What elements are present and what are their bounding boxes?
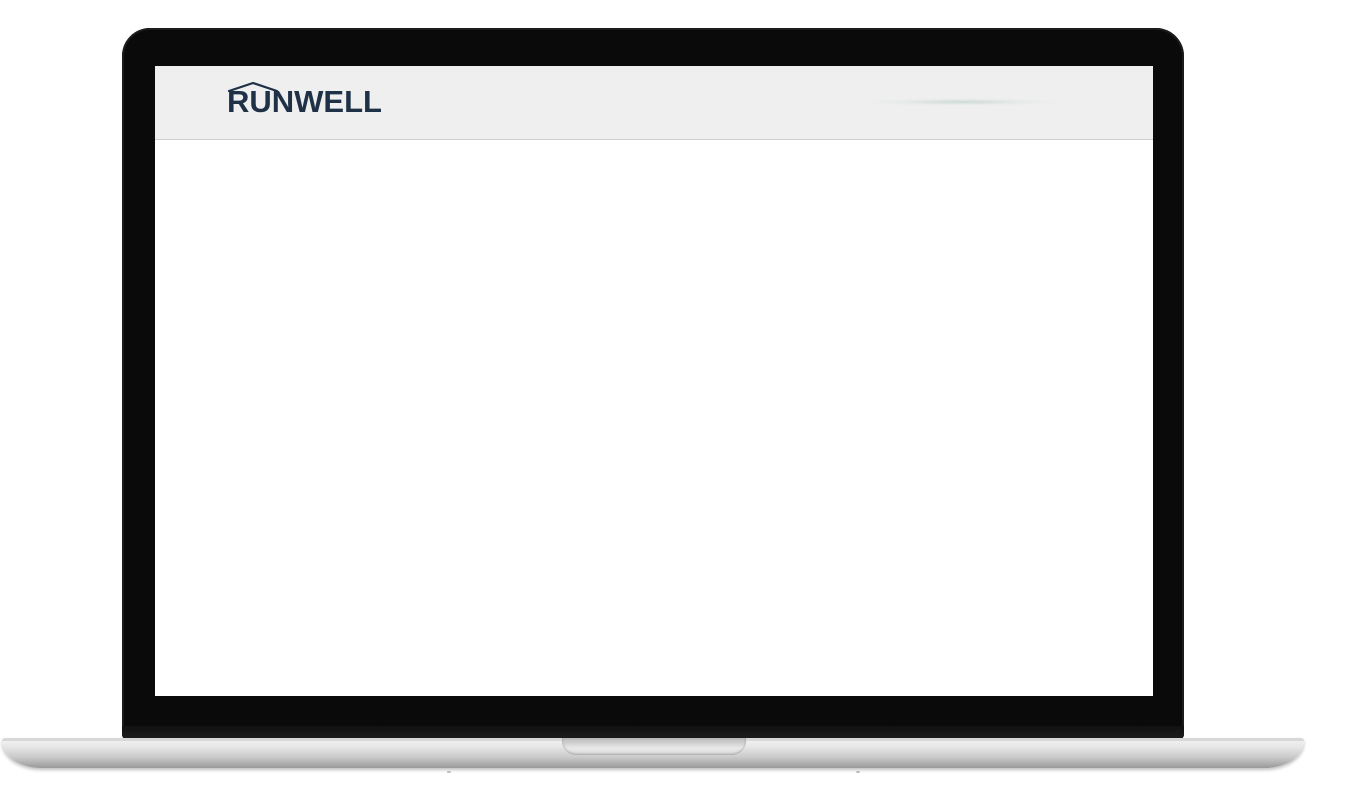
laptop-mockup: RUNWELL: [0, 0, 1367, 785]
roof-line-icon: [227, 81, 279, 92]
lid-opening-notch: [562, 738, 746, 755]
brand-logo[interactable]: RUNWELL: [227, 81, 382, 120]
page-body: [155, 140, 1153, 696]
laptop-foot-left: [447, 771, 451, 773]
header-highlight: [867, 98, 1057, 106]
laptop-screen: RUNWELL: [155, 66, 1153, 696]
laptop-base: [2, 738, 1304, 768]
laptop-foot-right: [856, 771, 860, 773]
site-header: RUNWELL: [155, 66, 1153, 140]
